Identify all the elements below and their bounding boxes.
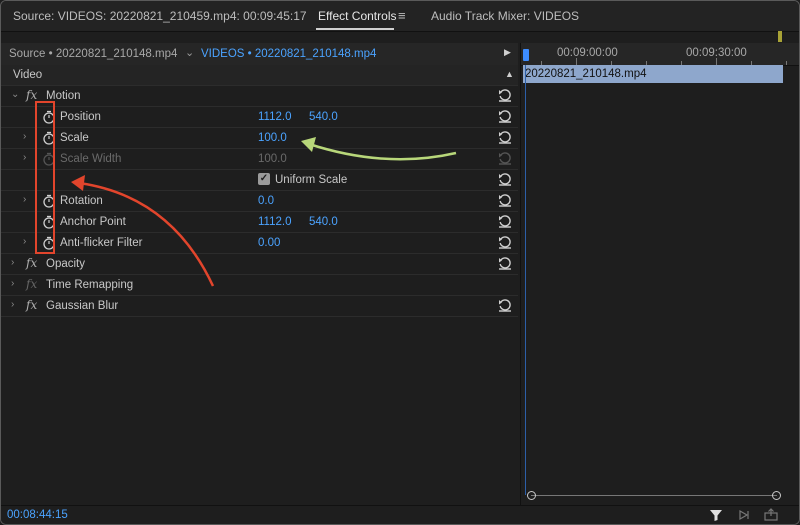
time-ruler[interactable]: 00:09:00:00 00:09:30:00	[521, 43, 799, 66]
fx-icon[interactable]: fx	[26, 88, 37, 102]
reset-icon[interactable]	[498, 130, 512, 144]
chevron-right-icon[interactable]: ›	[23, 131, 26, 142]
tab-source-monitor[interactable]: Source: VIDEOS: 20220821_210459.mp4: 00:…	[13, 9, 307, 23]
effect-label: Time Remapping	[46, 279, 134, 291]
playhead-line	[525, 65, 526, 495]
reset-icon	[499, 152, 511, 165]
active-tab-indicator	[316, 28, 394, 30]
property-row-uniform-scale: ✓ Uniform Scale	[1, 170, 518, 191]
effect-label: Opacity	[46, 258, 85, 270]
effects-list: Video ▲ ⌄ fx Motion Position 1112.0 540.…	[1, 65, 518, 505]
fx-icon[interactable]: fx	[26, 256, 37, 270]
uniform-scale-checkbox[interactable]: ✓	[258, 173, 270, 185]
chevron-right-icon[interactable]: ›	[23, 236, 26, 247]
mini-timeline[interactable]: 00:09:00:00 00:09:30:00 20220821_210148.…	[520, 43, 799, 505]
effect-row-motion[interactable]: ⌄ fx Motion	[1, 86, 518, 107]
chevron-right-icon[interactable]: ›	[23, 194, 26, 205]
source-clip-tab[interactable]: Source • 20220821_210148.mp4	[9, 48, 177, 60]
reset-icon[interactable]	[498, 235, 512, 249]
ruler-timecode: 00:09:00:00	[557, 47, 618, 59]
reset-icon[interactable]	[498, 298, 512, 312]
property-label: Position	[60, 111, 101, 123]
reset-icon[interactable]	[498, 193, 512, 207]
chevron-right-icon[interactable]: ›	[11, 278, 14, 289]
section-title: Video	[13, 69, 43, 81]
chevron-right-icon[interactable]: ›	[11, 299, 14, 310]
anti-flicker-value[interactable]: 0.00	[258, 237, 280, 249]
property-row-anchor-point[interactable]: Anchor Point 1112.0 540.0	[1, 212, 518, 233]
collapse-up-icon[interactable]: ▲	[505, 69, 514, 79]
property-row-scale[interactable]: › Scale 100.0	[1, 128, 518, 149]
video-section-header: Video ▲	[1, 65, 518, 86]
timeline-zoom-scrollbar[interactable]	[527, 491, 781, 500]
ruler-tick	[576, 58, 577, 65]
export-icon[interactable]	[763, 508, 779, 522]
fx-icon[interactable]: fx	[26, 298, 37, 312]
ruler-tick	[786, 61, 787, 65]
play-only-icon[interactable]	[737, 508, 751, 522]
filter-icon[interactable]	[709, 508, 723, 522]
property-row-rotation[interactable]: › Rotation 0.0	[1, 191, 518, 212]
reset-icon[interactable]	[498, 256, 512, 270]
ruler-tick	[716, 58, 717, 65]
property-row-anti-flicker[interactable]: › Anti-flicker Filter 0.00	[1, 233, 518, 254]
scale-width-value: 100.0	[258, 153, 287, 165]
effect-row-gaussian-blur[interactable]: › fx Gaussian Blur	[1, 296, 518, 317]
tab-effect-controls[interactable]: Effect Controls	[318, 9, 396, 23]
property-label: Rotation	[60, 195, 103, 207]
playhead-handle[interactable]	[523, 49, 529, 61]
clip-selector-bar: Source • 20220821_210148.mp4 ⌄ VIDEOS • …	[1, 43, 518, 66]
effect-controls-window: Source: VIDEOS: 20220821_210459.mp4: 00:…	[0, 0, 800, 525]
chevron-down-icon[interactable]: ⌄	[185, 46, 194, 59]
timeline-clip[interactable]: 20220821_210148.mp4	[523, 65, 783, 83]
annotation-highlight-box	[35, 101, 55, 254]
sequence-clip-tab[interactable]: VIDEOS • 20220821_210148.mp4	[201, 48, 376, 60]
property-row-position[interactable]: Position 1112.0 540.0	[1, 107, 518, 128]
rotation-value[interactable]: 0.0	[258, 195, 274, 207]
anchor-y-value[interactable]: 540.0	[309, 216, 338, 228]
panel-menu-icon[interactable]: ≡	[398, 8, 406, 23]
reset-icon[interactable]	[498, 88, 512, 102]
effect-row-time-remapping[interactable]: › fx Time Remapping	[1, 275, 518, 296]
property-row-scale-width: › Scale Width 100.0	[1, 149, 518, 170]
fx-icon: fx	[26, 277, 38, 291]
panel-tab-bar: Source: VIDEOS: 20220821_210459.mp4: 00:…	[1, 1, 799, 32]
chevron-right-icon[interactable]: ›	[11, 257, 14, 268]
effect-label: Gaussian Blur	[46, 300, 119, 312]
position-y-value[interactable]: 540.0	[309, 111, 338, 123]
reset-icon[interactable]	[498, 109, 512, 123]
position-x-value[interactable]: 1112.0	[258, 111, 291, 123]
property-label: Scale Width	[60, 153, 122, 165]
scroll-handle-right[interactable]	[772, 491, 781, 500]
chevron-right-icon: ›	[23, 152, 27, 163]
property-label: Anchor Point	[60, 216, 126, 228]
chevron-down-icon[interactable]: ⌄	[11, 89, 19, 100]
effect-row-opacity[interactable]: › fx Opacity	[1, 254, 518, 275]
property-label: Scale	[60, 132, 89, 144]
timeline-marker	[778, 31, 782, 42]
reset-icon[interactable]	[498, 172, 512, 186]
reset-icon[interactable]	[498, 214, 512, 228]
tab-audio-track-mixer[interactable]: Audio Track Mixer: VIDEOS	[431, 9, 579, 23]
scale-value[interactable]: 100.0	[258, 132, 287, 144]
property-label: Anti-flicker Filter	[60, 237, 143, 249]
status-bar: 00:08:44:15	[1, 505, 799, 524]
anchor-x-value[interactable]: 1112.0	[258, 216, 291, 228]
checkbox-label: Uniform Scale	[275, 174, 348, 186]
play-icon[interactable]: ▶	[504, 47, 511, 58]
scrollbar-track	[531, 495, 777, 496]
scroll-handle-left[interactable]	[527, 491, 536, 500]
current-timecode[interactable]: 00:08:44:15	[7, 509, 68, 521]
